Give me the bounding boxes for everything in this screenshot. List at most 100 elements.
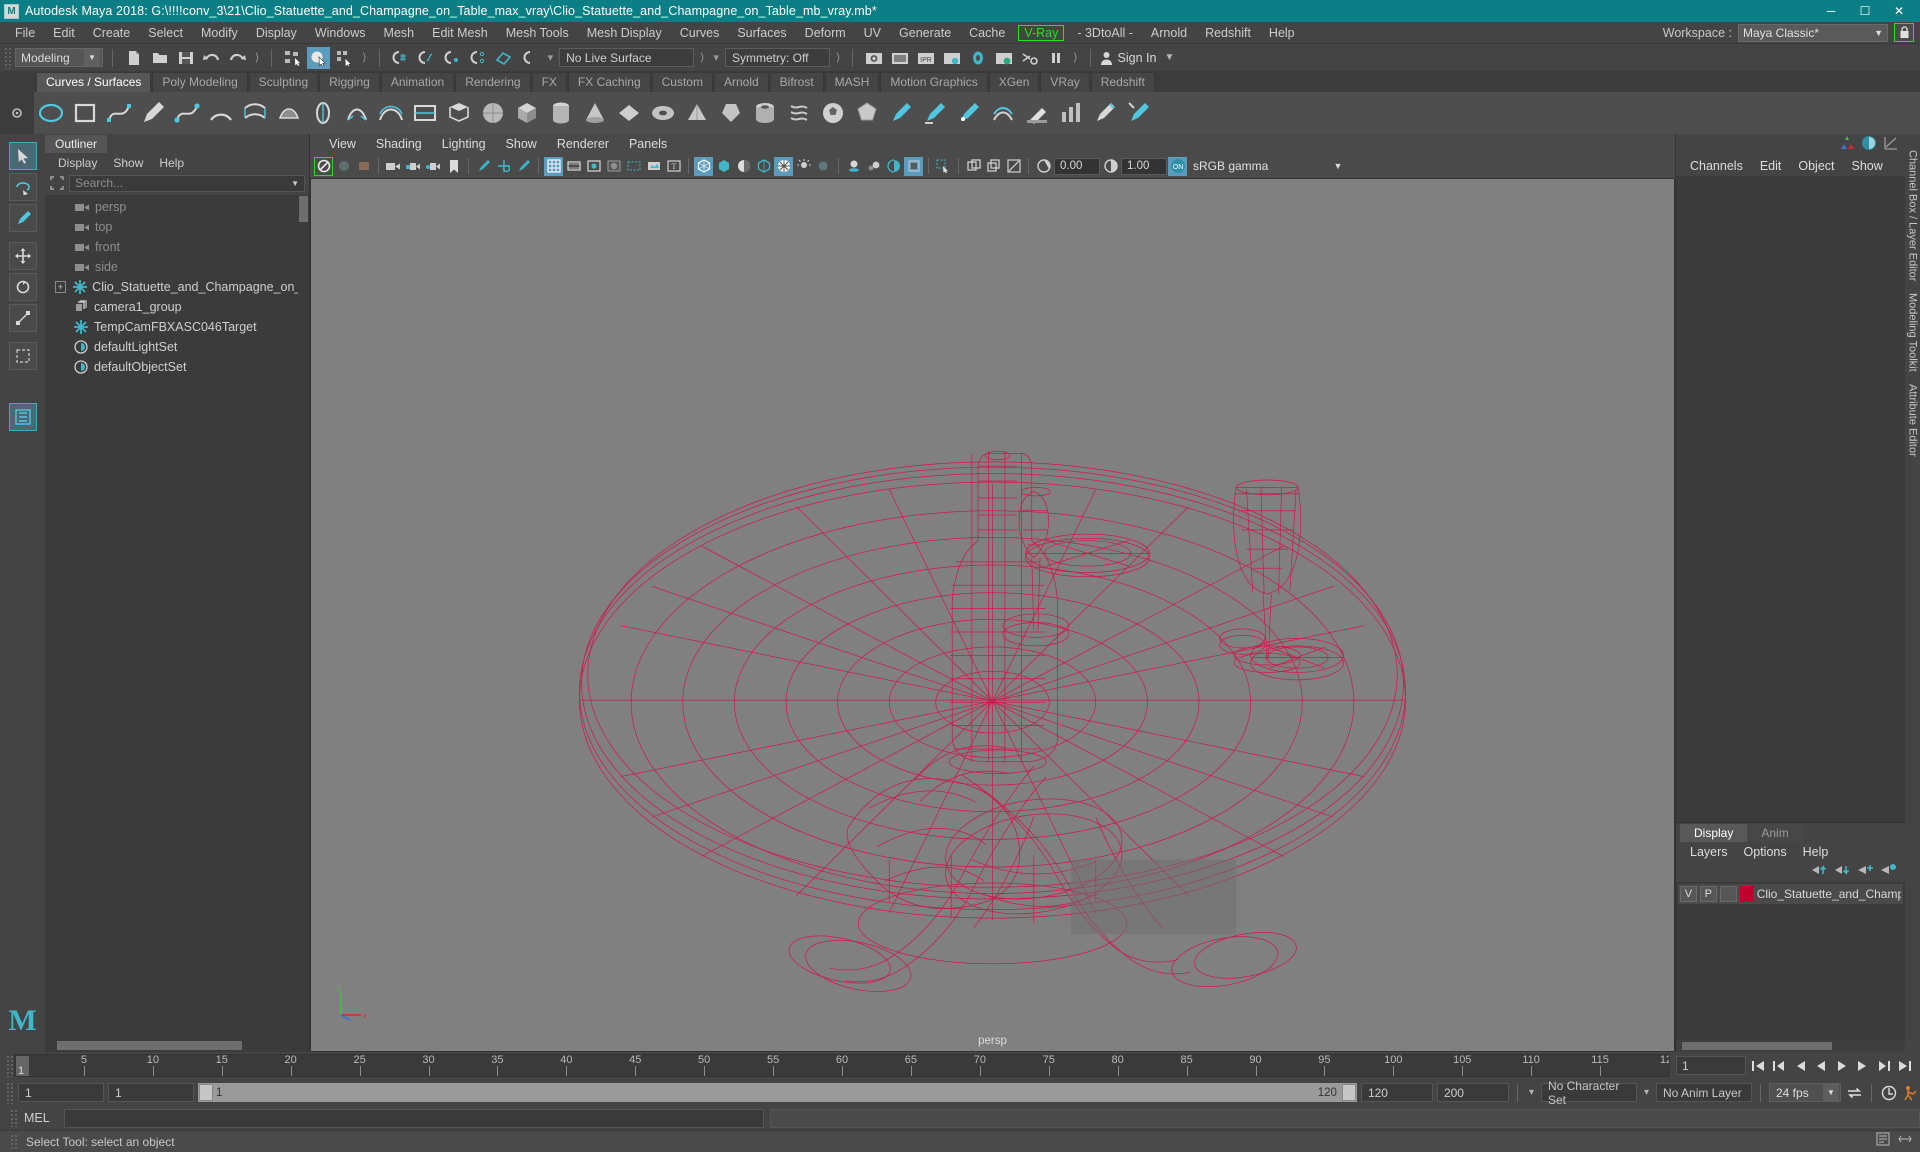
outliner-menu-display[interactable]: Display (51, 155, 104, 171)
shelf-poly-pyramid[interactable] (682, 98, 712, 128)
shelf-erase-tool[interactable] (1022, 98, 1052, 128)
paint-select-tool-button[interactable] (8, 204, 37, 232)
step-forward-key-button[interactable] (1875, 1057, 1893, 1075)
character-set-field[interactable]: No Character Set (1540, 1079, 1637, 1107)
motion-blur-icon[interactable] (864, 157, 883, 176)
command-input-field[interactable] (64, 1108, 764, 1128)
collapse-arrow-icon[interactable]: ⟩ (833, 51, 843, 64)
new-layer-icon[interactable] (1858, 863, 1874, 881)
redo-button[interactable] (226, 47, 249, 69)
shelf-poly-soccer-ball[interactable] (818, 98, 848, 128)
workspace-lock-button[interactable] (1894, 23, 1914, 42)
range-handle-right[interactable] (1341, 1084, 1356, 1101)
shelf-tab-fx[interactable]: FX (531, 72, 567, 92)
camera-attributes-icon[interactable] (384, 157, 403, 176)
menu-curves[interactable]: Curves (671, 24, 729, 42)
command-output-field[interactable] (770, 1108, 1920, 1128)
ambient-occlusion-icon[interactable] (844, 157, 863, 176)
go-to-start-button[interactable] (1749, 1057, 1767, 1075)
shelf-bar-chart[interactable] (1056, 98, 1086, 128)
shelf-tab-rigging[interactable]: Rigging (319, 72, 380, 92)
viewport-menu-lighting[interactable]: Lighting (433, 136, 495, 152)
sign-in-button[interactable]: Sign In ▼ (1100, 51, 1178, 65)
maximize-button[interactable]: ☐ (1848, 0, 1882, 22)
menuset-select[interactable]: Modeling ▼ (15, 48, 103, 67)
render-settings-button[interactable] (940, 47, 963, 69)
shaded-wireframe-icon[interactable] (734, 157, 753, 176)
shelf-poly-plane[interactable] (614, 98, 644, 128)
chevron-down-icon[interactable]: ▼ (1329, 158, 1347, 175)
side-tab-modeling-toolkit[interactable]: Modeling Toolkit (1907, 287, 1919, 378)
layer-list[interactable]: V P Clio_Statuette_and_Champagr (1676, 882, 1905, 1040)
shelf-smooth-tool[interactable] (920, 98, 950, 128)
outliner-tree[interactable]: persp top front side + Clio_Statuette_an… (45, 195, 309, 1039)
viewport-menu-show[interactable]: Show (497, 136, 546, 152)
gate-mask-icon[interactable] (604, 157, 623, 176)
show-manipulator-tool-button[interactable] (8, 403, 37, 431)
shelf-planar[interactable] (274, 98, 304, 128)
shelf-nurbs-circle[interactable] (36, 98, 66, 128)
menu-deform[interactable]: Deform (796, 24, 855, 42)
layer-menu-layers[interactable]: Layers (1682, 844, 1736, 860)
shelf-extrude[interactable] (342, 98, 372, 128)
snap-to-view-plane-button[interactable] (493, 47, 516, 69)
character-set-dropdown-icon[interactable]: ▾ (1526, 1087, 1537, 1098)
minimize-button[interactable]: ─ (1814, 0, 1848, 22)
viewport-canvas[interactable]: y x persp (310, 178, 1675, 1052)
undo-button[interactable] (200, 47, 223, 69)
shadows-icon[interactable] (814, 157, 833, 176)
time-slider-grip[interactable] (6, 1054, 14, 1077)
playback-loop-button[interactable] (1845, 1084, 1863, 1102)
grease-pencil-icon[interactable] (474, 157, 493, 176)
paint-icon[interactable] (514, 157, 533, 176)
use-all-lights-icon[interactable] (794, 157, 813, 176)
snap-to-projected-center-button[interactable] (467, 47, 490, 69)
menu-3dtoall[interactable]: - 3DtoAll - (1068, 24, 1142, 42)
render-current-frame-button[interactable] (862, 47, 885, 69)
shelf-revolve[interactable] (308, 98, 338, 128)
outliner-item-clio-statuette[interactable]: + Clio_Statuette_and_Champagne_on_T (45, 277, 309, 297)
save-scene-button[interactable] (174, 47, 197, 69)
hide-view-icon[interactable] (1004, 157, 1023, 176)
menu-redshift[interactable]: Redshift (1196, 24, 1260, 42)
symmetry-field[interactable]: Symmetry: Off (724, 48, 830, 67)
grid-toggle-icon[interactable] (544, 156, 563, 176)
shelf-poly-cube[interactable] (512, 98, 542, 128)
open-scene-button[interactable] (148, 47, 171, 69)
resolution-gate-icon[interactable] (584, 157, 603, 176)
help-line-grip[interactable] (10, 1133, 18, 1150)
animation-preferences-button[interactable] (1902, 1084, 1920, 1102)
lock-camera-icon[interactable] (404, 157, 423, 176)
chevron-down-icon[interactable]: ▾ (710, 51, 722, 64)
select-component-button[interactable] (333, 47, 356, 69)
channelbox-menu-show[interactable]: Show (1844, 158, 1891, 174)
outliner-item-tempcam-target[interactable]: TempCamFBXASC046Target (45, 317, 309, 337)
menu-modify[interactable]: Modify (192, 24, 247, 42)
smooth-shade-icon[interactable] (714, 157, 733, 176)
shelf-loft[interactable] (240, 98, 270, 128)
shelf-tab-redshift[interactable]: Redshift (1090, 72, 1155, 92)
layer-color-swatch[interactable] (1739, 886, 1754, 902)
side-tab-channel-box[interactable]: Channel Box / Layer Editor (1907, 144, 1919, 287)
menu-mesh-display[interactable]: Mesh Display (578, 24, 671, 42)
channelbox-menu-channels[interactable]: Channels (1682, 158, 1751, 174)
menu-generate[interactable]: Generate (890, 24, 960, 42)
channel-box-icon[interactable] (1861, 135, 1877, 156)
close-button[interactable]: ✕ (1882, 0, 1916, 22)
menu-mesh-tools[interactable]: Mesh Tools (497, 24, 578, 42)
ipr-render-button[interactable]: IPR (914, 47, 937, 69)
range-slider-grip[interactable] (6, 1081, 14, 1104)
menu-windows[interactable]: Windows (306, 24, 375, 42)
chevron-down-icon[interactable]: ▾ (545, 51, 557, 64)
field-chart-icon[interactable] (624, 157, 643, 176)
isolate-select-icon[interactable] (934, 157, 953, 176)
channelbox-menu-object[interactable]: Object (1790, 158, 1842, 174)
outliner-menu-help[interactable]: Help (152, 155, 191, 171)
outliner-tab[interactable]: Outliner (45, 135, 108, 153)
last-tool-button[interactable] (8, 342, 37, 370)
select-hierarchy-button[interactable] (281, 47, 304, 69)
outliner-search-input[interactable]: Search... ▼ (69, 174, 305, 192)
shelf-tab-fx-caching[interactable]: FX Caching (567, 72, 651, 92)
outliner-item-default-object-set[interactable]: defaultObjectSet (45, 357, 309, 377)
new-layer-from-selected-icon[interactable] (1881, 863, 1897, 881)
